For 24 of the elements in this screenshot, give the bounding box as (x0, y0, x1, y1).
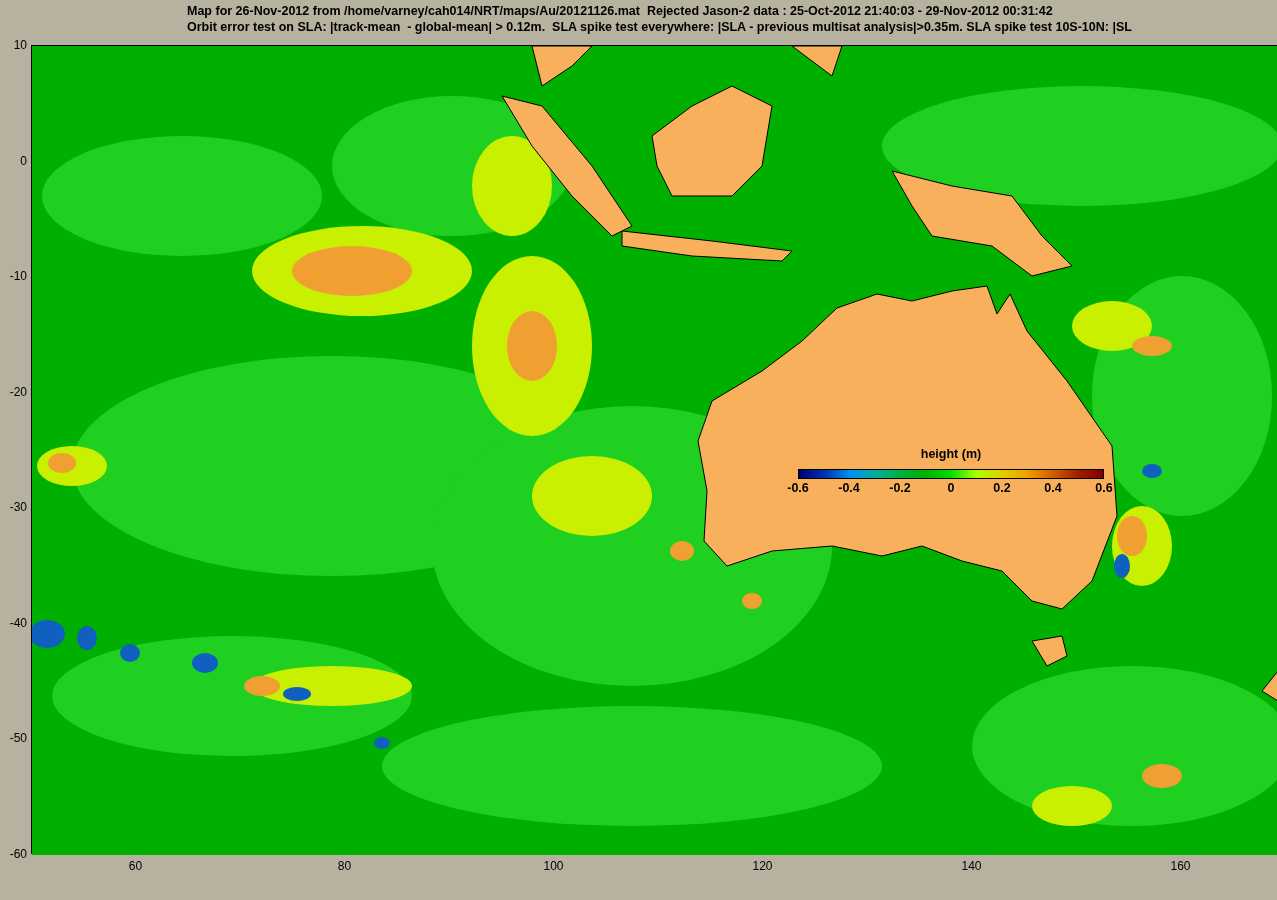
x-tick-label: 100 (543, 859, 564, 873)
colorbar-tick-label: -0.6 (787, 481, 809, 495)
y-tick-label: -10 (9, 269, 27, 284)
x-tick-label: 140 (961, 859, 982, 873)
x-tick-label: 120 (752, 859, 773, 873)
colorbar-tick-label: -0.4 (838, 481, 860, 495)
x-tick-label: 60 (128, 859, 143, 873)
x-tick-label: 80 (337, 859, 352, 873)
colorbar-tick-label: 0.4 (1044, 481, 1062, 495)
y-tick-label: -30 (9, 500, 27, 515)
x-tick-label: 160 (1170, 859, 1191, 873)
y-tick-label: -60 (9, 847, 27, 861)
y-tick-label: 0 (20, 153, 27, 168)
figure-title: Orbit error test on SLA: |track-mean - global-mean| > 0.12m. SLA spike test everywhere: |SLA - previous multisat analysis|>0.35m. SLA spike test 10S-10N: |SL (187, 19, 1133, 35)
figure-title: Map for 26-Nov-2012 from /home/varney/cah014/NRT/maps/Au/20121126.mat Rejected Jason-2 data : 25-Oct-2012 21:40:03 - 29-Nov-2012 00:31:42 (187, 3, 1054, 19)
colorbar-tick-label: 0 (947, 481, 955, 495)
y-tick-label: -20 (9, 384, 27, 399)
colorbar-tick-label: 0.2 (993, 481, 1011, 495)
colorbar-tick-label: 0.6 (1095, 481, 1113, 495)
colorbar-label: height (m) (920, 446, 982, 462)
y-tick-label: -50 (9, 731, 27, 746)
y-tick-label: 10 (13, 38, 27, 52)
colorbar-tick-label: -0.2 (889, 481, 911, 495)
y-tick-label: -40 (9, 615, 27, 630)
